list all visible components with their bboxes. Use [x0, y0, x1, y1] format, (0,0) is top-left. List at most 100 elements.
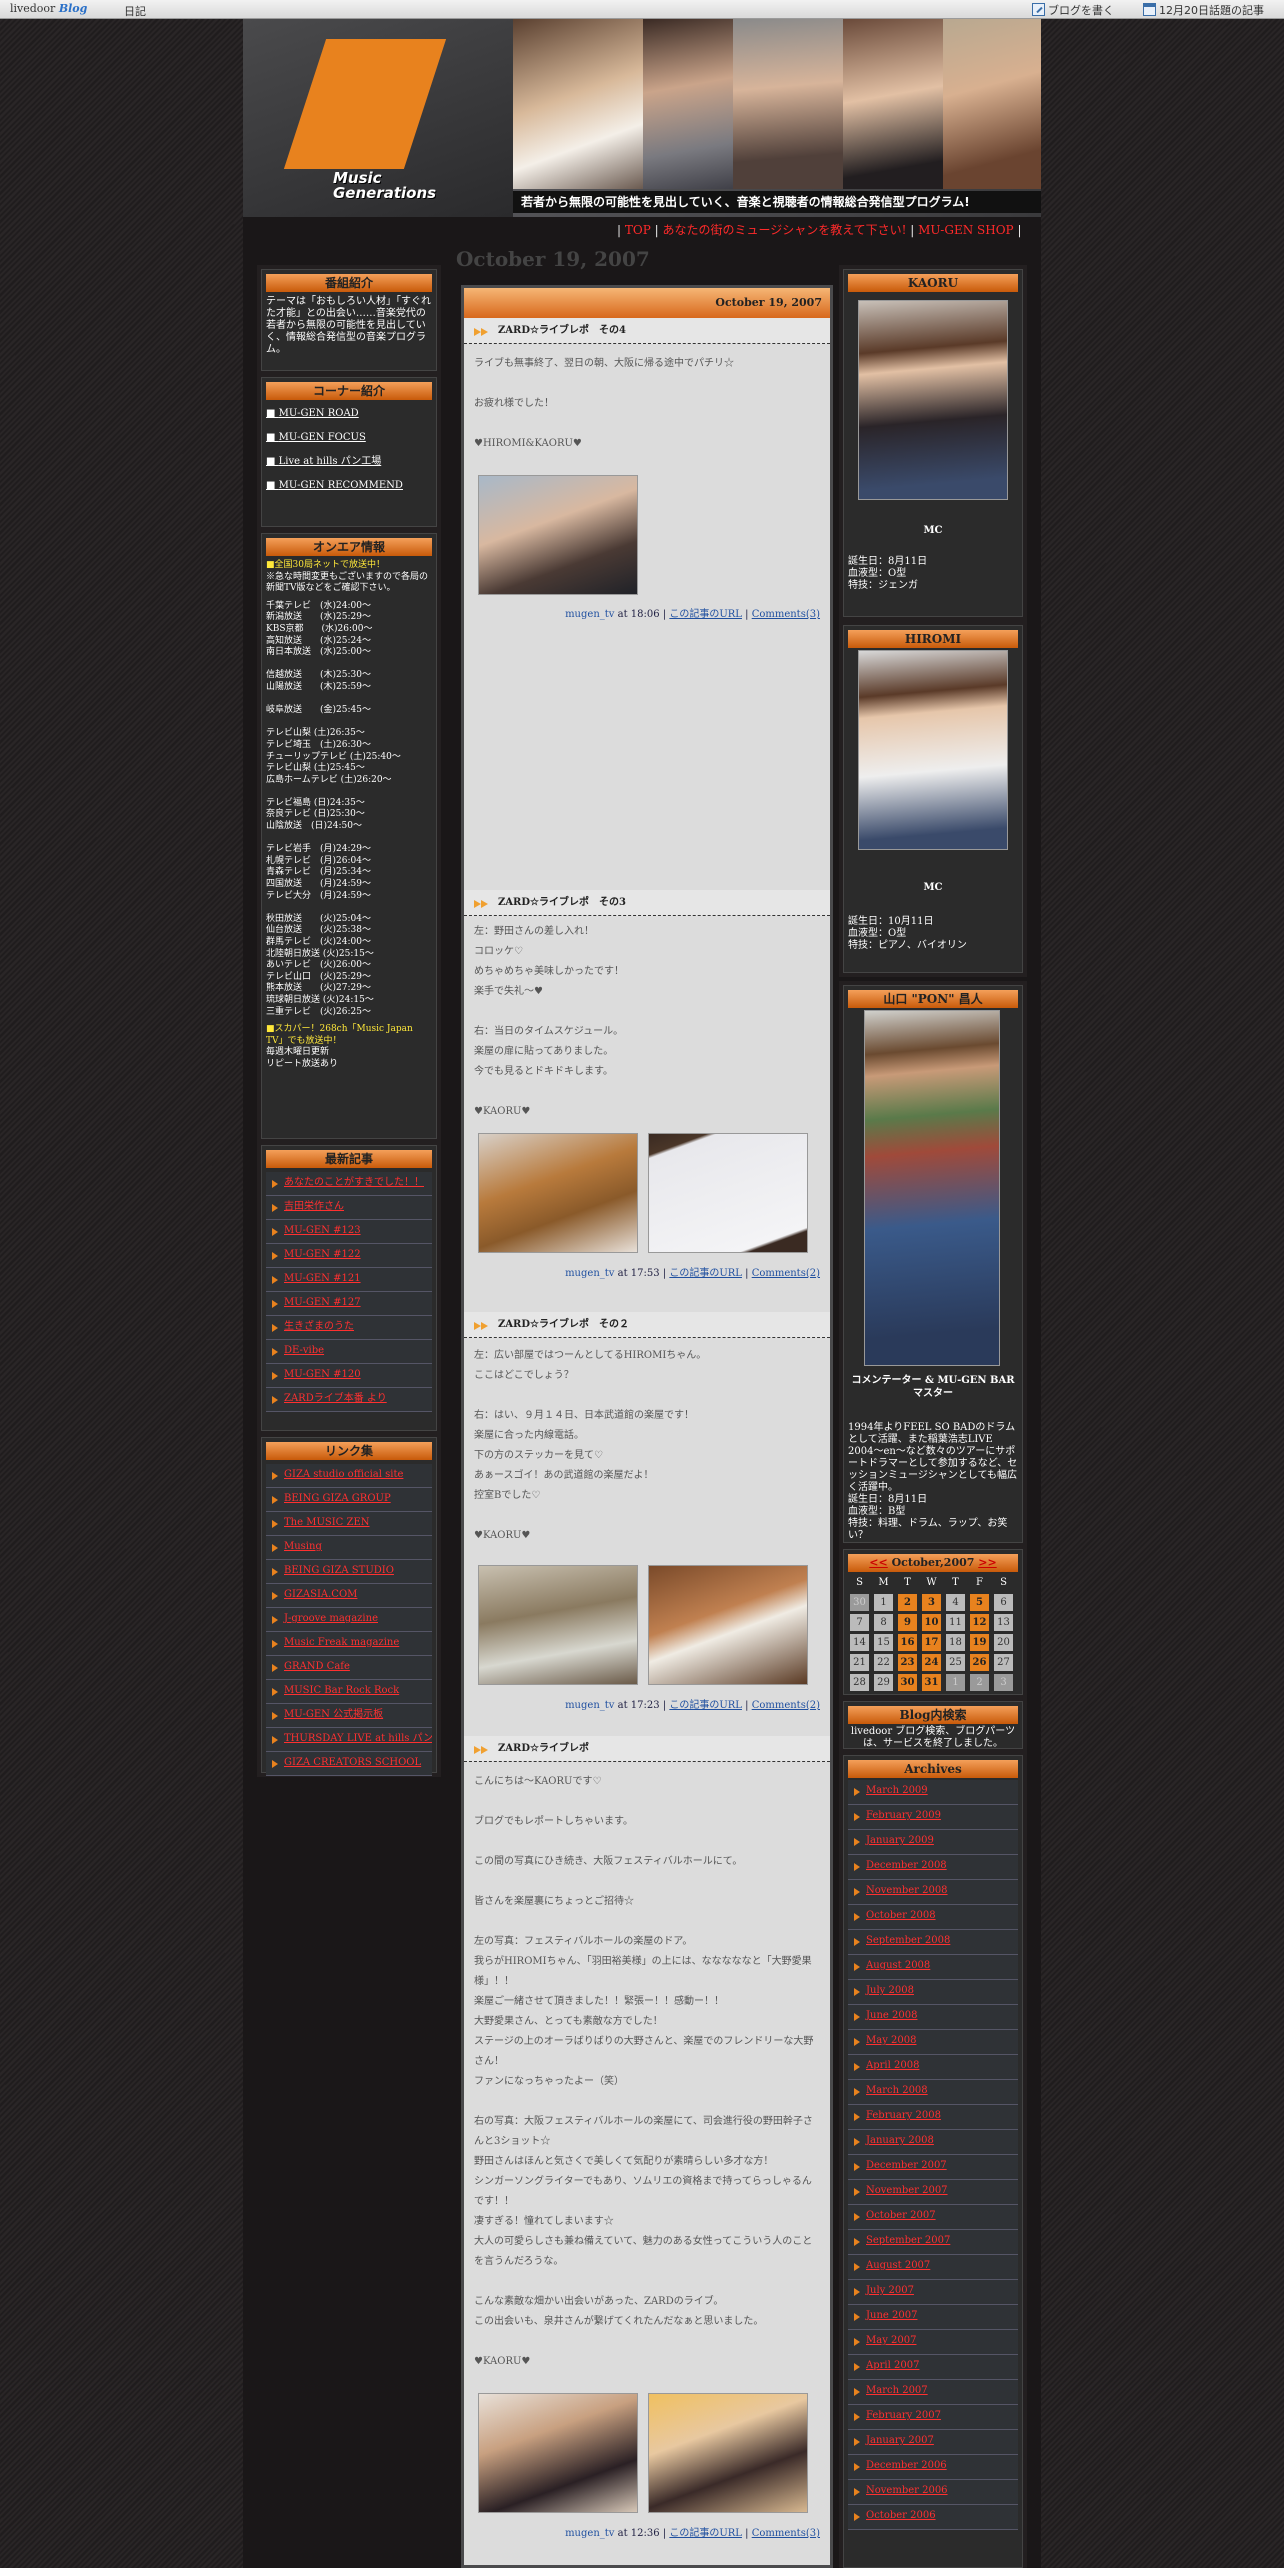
archive-link[interactable]: March 2009 [848, 1780, 1018, 1805]
external-link[interactable]: Musing [266, 1536, 432, 1560]
archive-link[interactable]: August 2008 [848, 1955, 1018, 1980]
calendar-day[interactable]: 25 [946, 1654, 965, 1671]
external-link[interactable]: BEING GIZA GROUP [266, 1488, 432, 1512]
recent-article-link[interactable]: MU-GEN #121 [266, 1268, 432, 1292]
nav-musician-link[interactable]: あなたの街のミュージシャンを教えて下さい! [662, 223, 906, 237]
entry-photo[interactable] [478, 1133, 638, 1253]
calendar-day[interactable]: 21 [850, 1654, 869, 1671]
corner-link[interactable]: Live at hills パン工場 [266, 456, 432, 468]
calendar-day[interactable]: 20 [994, 1634, 1013, 1651]
external-link[interactable]: Music Freak magazine [266, 1632, 432, 1656]
calendar-day[interactable]: 3 [922, 1594, 941, 1611]
archive-link[interactable]: July 2007 [848, 2280, 1018, 2305]
recent-article-link[interactable]: ZARDライブ本番 より [266, 1388, 432, 1412]
archive-link[interactable]: April 2007 [848, 2355, 1018, 2380]
entry-photo[interactable] [648, 1565, 808, 1685]
site-header[interactable]: Music Generations 若者から無限の可能性を見出していく、音楽と視聴… [243, 19, 1041, 217]
calendar-day[interactable]: 13 [994, 1614, 1013, 1631]
corner-link[interactable]: MU-GEN ROAD [266, 408, 432, 420]
recent-article-link[interactable]: MU-GEN #127 [266, 1292, 432, 1316]
entry-photo[interactable] [478, 475, 638, 595]
external-link[interactable]: GIZA studio official site [266, 1464, 432, 1488]
calendar-day[interactable]: 2 [970, 1674, 989, 1691]
archive-link[interactable]: December 2008 [848, 1855, 1018, 1880]
profile-photo[interactable] [858, 650, 1008, 850]
comments-link[interactable]: Comments(2) [752, 1700, 820, 1711]
archive-link[interactable]: June 2008 [848, 2005, 1018, 2030]
external-link[interactable]: MU-GEN 公式掲示板 [266, 1704, 432, 1728]
archive-link[interactable]: August 2007 [848, 2255, 1018, 2280]
comments-link[interactable]: Comments(2) [752, 1268, 820, 1279]
archive-link[interactable]: November 2008 [848, 1880, 1018, 1905]
external-link[interactable]: GIZA CREATORS SCHOOL [266, 1752, 432, 1776]
archive-link[interactable]: January 2007 [848, 2430, 1018, 2455]
calendar-day[interactable]: 1 [946, 1674, 965, 1691]
corner-link[interactable]: MU-GEN FOCUS [266, 432, 432, 444]
calendar-day[interactable]: 14 [850, 1634, 869, 1651]
calendar-day[interactable]: 28 [850, 1674, 869, 1691]
entry-photo[interactable] [648, 2393, 808, 2513]
permalink[interactable]: この記事のURL [669, 2528, 742, 2539]
entry-title[interactable]: ZARD☆ライブレポ その3 [464, 890, 830, 916]
calendar-day[interactable]: 11 [946, 1614, 965, 1631]
archive-link[interactable]: October 2008 [848, 1905, 1018, 1930]
entry-title[interactable]: ZARD☆ライブレポ [464, 1736, 830, 1762]
calendar-day[interactable]: 22 [874, 1654, 893, 1671]
archive-link[interactable]: September 2007 [848, 2230, 1018, 2255]
calendar-day[interactable]: 16 [898, 1634, 917, 1651]
archive-link[interactable]: February 2009 [848, 1805, 1018, 1830]
calendar-day[interactable]: 8 [874, 1614, 893, 1631]
archive-link[interactable]: February 2007 [848, 2405, 1018, 2430]
archive-link[interactable]: May 2007 [848, 2330, 1018, 2355]
external-link[interactable]: GIZASIA.COM [266, 1584, 432, 1608]
recent-article-link[interactable]: DE-vibe [266, 1340, 432, 1364]
calendar-day[interactable]: 23 [898, 1654, 917, 1671]
archive-link[interactable]: November 2007 [848, 2180, 1018, 2205]
external-link[interactable]: MUSIC Bar Rock Rock [266, 1680, 432, 1704]
calendar-day[interactable]: 6 [994, 1594, 1013, 1611]
calendar-day[interactable]: 30 [898, 1674, 917, 1691]
recent-article-link[interactable]: MU-GEN #120 [266, 1364, 432, 1388]
permalink[interactable]: この記事のURL [669, 609, 742, 620]
nav-top-link[interactable]: TOP [625, 223, 651, 237]
recent-article-link[interactable]: あなたのことがすきでした！！ [266, 1172, 432, 1196]
archive-link[interactable]: January 2008 [848, 2130, 1018, 2155]
entry-photo[interactable] [648, 1133, 808, 1253]
archive-link[interactable]: June 2007 [848, 2305, 1018, 2330]
write-blog-link[interactable]: ブログを書く [1032, 2, 1114, 18]
archive-link[interactable]: October 2006 [848, 2505, 1018, 2530]
archive-link[interactable]: March 2007 [848, 2380, 1018, 2405]
calendar-next[interactable]: >> [978, 1556, 996, 1569]
calendar-day[interactable]: 24 [922, 1654, 941, 1671]
permalink[interactable]: この記事のURL [669, 1268, 742, 1279]
topic-articles-link[interactable]: 12月20日話題の記事 [1143, 2, 1264, 18]
archive-link[interactable]: October 2007 [848, 2205, 1018, 2230]
archive-link[interactable]: January 2009 [848, 1830, 1018, 1855]
archive-link[interactable]: November 2006 [848, 2480, 1018, 2505]
entry-title[interactable]: ZARD☆ライブレポ その4 [464, 318, 830, 344]
livedoor-blog-logo[interactable]: livedoor Blog [10, 2, 87, 15]
calendar-day[interactable]: 7 [850, 1614, 869, 1631]
site-logo[interactable]: Music Generations [243, 19, 513, 217]
archive-link[interactable]: September 2008 [848, 1930, 1018, 1955]
nav-shop-link[interactable]: MU-GEN SHOP [918, 223, 1014, 237]
calendar-day[interactable]: 10 [922, 1614, 941, 1631]
recent-article-link[interactable]: MU-GEN #123 [266, 1220, 432, 1244]
archive-link[interactable]: December 2007 [848, 2155, 1018, 2180]
calendar-day[interactable]: 15 [874, 1634, 893, 1651]
external-link[interactable]: THURSDAY LIVE at hills パン工場 [266, 1728, 432, 1752]
calendar-day[interactable]: 31 [922, 1674, 941, 1691]
external-link[interactable]: The MUSIC ZEN [266, 1512, 432, 1536]
calendar-day[interactable]: 19 [970, 1634, 989, 1651]
comments-link[interactable]: Comments(3) [752, 609, 820, 620]
calendar-day[interactable]: 17 [922, 1634, 941, 1651]
calendar-day[interactable]: 29 [874, 1674, 893, 1691]
profile-photo[interactable] [858, 300, 1008, 500]
calendar-day[interactable]: 3 [994, 1674, 1013, 1691]
calendar-day[interactable]: 5 [970, 1594, 989, 1611]
recent-article-link[interactable]: MU-GEN #122 [266, 1244, 432, 1268]
archive-link[interactable]: April 2008 [848, 2055, 1018, 2080]
calendar-day[interactable]: 26 [970, 1654, 989, 1671]
calendar-prev[interactable]: << [869, 1556, 887, 1569]
external-link[interactable]: GRAND Cafe [266, 1656, 432, 1680]
